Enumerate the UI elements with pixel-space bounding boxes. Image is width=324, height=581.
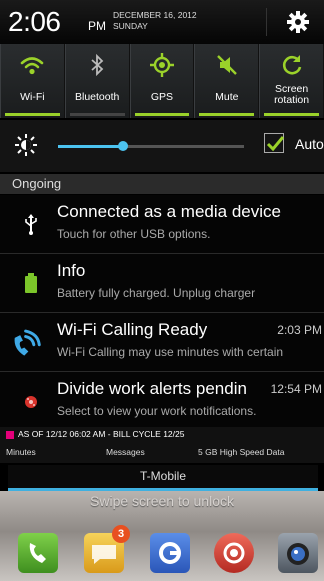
toggle-label: Wi-Fi [20, 91, 45, 103]
brightness-row: Auto [0, 120, 324, 172]
notification-text: Wi-Fi Calling may use minutes with certa… [57, 345, 284, 359]
notification-title: Wi-Fi Calling Ready [57, 320, 208, 339]
notification-title: Info [57, 261, 86, 280]
lens-icon[interactable] [278, 533, 318, 573]
phone-icon[interactable] [18, 533, 58, 573]
auto-brightness-label: Auto [295, 136, 324, 152]
toggle-indicator [134, 113, 190, 116]
clock-ampm: PM [88, 19, 106, 33]
carrier-label: T-Mobile [139, 469, 186, 483]
toggle-mute[interactable]: Mute [194, 44, 260, 118]
date-line: DECEMBER 16, 2012 [113, 10, 197, 20]
toggle-label: Screen rotation [274, 83, 310, 106]
gear-icon[interactable] [286, 10, 310, 34]
status-bar: 2:06 PM DECEMBER 16, 2012 SUNDAY [0, 0, 324, 44]
notification-battery[interactable]: Info Battery fully charged. Unplug charg… [0, 254, 324, 313]
bill-header-text: AS OF 12/12 06:02 AM - BILL CYCLE 12/25 [18, 429, 185, 439]
notification-text: Touch for other USB options. [57, 227, 211, 241]
toggle-screen-rotation[interactable]: Screen rotation [259, 44, 324, 118]
toggle-indicator [5, 113, 60, 116]
usb-icon [25, 214, 37, 235]
slider-handle[interactable] [118, 141, 129, 151]
toggle-label: Mute [215, 91, 239, 103]
checkmark-icon [266, 136, 285, 152]
day-line: SUNDAY [113, 21, 148, 31]
divider [266, 8, 267, 36]
notification-title: Divide work alerts pendin [57, 379, 247, 398]
clock-time: 2:06 [8, 6, 61, 37]
toggle-wifi[interactable]: Wi-Fi [0, 44, 65, 118]
notification-text: Battery fully charged. Unplug charger [57, 286, 256, 300]
camera-icon[interactable] [214, 533, 254, 573]
notification-title: Connected as a media device [57, 202, 281, 221]
wifi-calling-icon [14, 329, 41, 356]
work-alert-icon [25, 396, 37, 408]
carrier-bar: T-Mobile [8, 465, 318, 491]
bill-col-data: 5 GB High Speed Data [198, 447, 285, 457]
bill-summary[interactable]: AS OF 12/12 06:02 AM - BILL CYCLE 12/25 … [0, 427, 324, 463]
bill-header: AS OF 12/12 06:02 AM - BILL CYCLE 12/25 [6, 429, 184, 439]
slider-fill [58, 145, 124, 148]
tmobile-icon [6, 430, 14, 439]
toggle-indicator [264, 113, 319, 116]
messages-icon[interactable]: 3 [84, 525, 130, 573]
mute-icon [216, 55, 237, 75]
rotation-icon [282, 55, 301, 75]
notification-wifi-calling[interactable]: Wi-Fi Calling Ready 2:03 PM Wi-Fi Callin… [0, 313, 324, 372]
bluetooth-icon [91, 53, 104, 77]
notification-time: 2:03 PM [277, 323, 322, 337]
brightness-icon [15, 134, 37, 156]
toggle-bluetooth[interactable]: Bluetooth [64, 44, 130, 118]
auto-brightness-checkbox[interactable] [264, 133, 285, 153]
unread-badge: 3 [112, 525, 130, 543]
quick-toggles: Wi-Fi Bluetooth GPS Mute Screen rotation [0, 44, 324, 118]
swipe-hint: Swipe screen to unlock [90, 493, 234, 509]
gps-icon [149, 53, 174, 77]
date-display: DECEMBER 16, 2012 SUNDAY [113, 10, 197, 32]
notification-work-alerts[interactable]: Divide work alerts pendin 12:54 PM Selec… [0, 372, 324, 431]
notification-text: Select to view your work notifications. [57, 404, 257, 418]
google-icon[interactable] [150, 533, 190, 573]
bill-col-minutes: Minutes [6, 447, 36, 457]
notification-usb[interactable]: Connected as a media device Touch for ot… [0, 195, 324, 254]
toggle-label: Bluetooth [75, 91, 120, 103]
notification-time: 12:54 PM [270, 382, 322, 396]
section-header: Ongoing [0, 174, 324, 194]
app-dock: 3 [0, 525, 324, 577]
battery-icon [25, 273, 37, 293]
toggle-indicator [69, 113, 125, 116]
toggle-label: GPS [150, 91, 174, 103]
bill-col-messages: Messages [106, 447, 145, 457]
wifi-icon [21, 57, 44, 75]
toggle-gps[interactable]: GPS [129, 44, 195, 118]
brightness-slider[interactable] [58, 141, 244, 151]
toggle-indicator [199, 113, 255, 116]
